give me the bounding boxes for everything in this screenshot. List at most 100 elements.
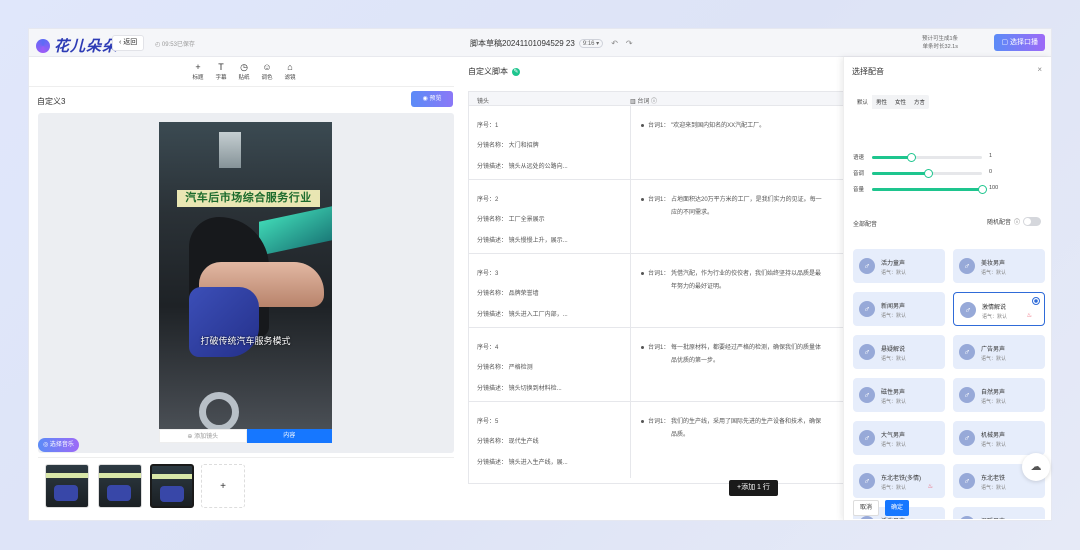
- voice-panel: 选择配音 × 默认 男性 女性 方言 语速 1 音调 0 音量 100 全部配音 随机…: [843, 57, 1051, 520]
- tab-default[interactable]: 默认: [853, 95, 873, 109]
- table-row[interactable]: 序号：5 分镜名称： 现代生产线 分镜描述： 镜头进入生产线，展... 台词1： 我…: [469, 402, 844, 478]
- random-voice-toggle[interactable]: 随机配音 ⓘ: [987, 217, 1041, 226]
- voice-card[interactable]: ♂温暖男声语气：默认: [953, 507, 1045, 519]
- thumbnail[interactable]: [98, 464, 142, 508]
- table-row[interactable]: 序号：2 分镜名称： 工厂全景展示 分镜描述： 镜头慢慢上升，展示... 台词1： …: [469, 180, 844, 254]
- table-row[interactable]: 序号：1 分镜名称： 大门和招牌 分镜描述： 镜头从远处的公路向... 台词1： "…: [469, 106, 844, 180]
- voice-sliders: 语速 1 音调 0 音量 100: [853, 153, 1048, 201]
- voice-desc: 语气：默认: [982, 314, 1008, 320]
- voice-desc: 语气：默认: [881, 313, 907, 319]
- male-icon: ♂: [959, 387, 975, 403]
- voice-card[interactable]: ♂ 活力童声 语气：默认: [853, 249, 945, 283]
- speed-slider[interactable]: 语速 1: [853, 153, 1048, 169]
- male-icon: ♂: [959, 258, 975, 274]
- video-banner-text: 汽车后市场综合服务行业: [177, 190, 320, 207]
- confirm-button[interactable]: 确定: [885, 500, 910, 516]
- voice-card[interactable]: ♂ 机械男声 语气：默认: [953, 421, 1045, 455]
- select-music-button[interactable]: ◎ 选择音乐: [38, 438, 79, 452]
- voice-name: 东北老铁(多情): [881, 476, 921, 482]
- voice-name: 大气男声: [881, 433, 906, 439]
- voice-desc: 语气：默认: [881, 270, 907, 276]
- back-button[interactable]: ‹ 返回: [112, 35, 145, 51]
- tab-male[interactable]: 男性: [872, 95, 891, 109]
- add-shot-button[interactable]: ⊕ 添加镜头: [159, 429, 247, 443]
- voice-name: 自然男声: [981, 390, 1006, 396]
- add-thumbnail-button[interactable]: +: [201, 464, 245, 508]
- voice-name: 磁性男声: [881, 390, 906, 396]
- edit-icon[interactable]: ✎: [512, 67, 520, 76]
- tool-color[interactable]: ☺ 调色: [257, 61, 277, 81]
- voice-name: 激情解说: [982, 305, 1007, 311]
- video-caption: 打破传统汽车服务模式: [200, 336, 291, 346]
- selected-radio[interactable]: [1032, 297, 1040, 305]
- select-voiceover-button[interactable]: ▢ 选择口播: [994, 34, 1045, 51]
- voice-card[interactable]: ♂ 东北老铁(多情) 语气：默认 ♨: [853, 464, 945, 498]
- voice-name: 活力童声: [881, 261, 906, 267]
- redo-icon[interactable]: ↷: [626, 39, 633, 48]
- voice-name: 新闻男声: [881, 304, 906, 310]
- tool-title[interactable]: + 标题: [188, 61, 208, 81]
- undo-icon[interactable]: ↶: [611, 39, 618, 48]
- voice-name: 东北老铁: [981, 476, 1006, 482]
- tab-female[interactable]: 女性: [891, 95, 910, 109]
- voice-tabs: 默认 男性 女性 方言: [853, 95, 930, 109]
- voice-name: 广告男声: [981, 347, 1006, 353]
- video-stage: 汽车后市场综合服务行业 打破传统汽车服务模式 ⊕ 添加镜头 内容: [38, 113, 454, 453]
- thumbnail-selected[interactable]: [150, 464, 194, 508]
- content-button[interactable]: 内容: [246, 429, 332, 443]
- voice-name: 温暖男声: [981, 516, 1005, 519]
- voice-desc: 语气：默认: [981, 356, 1007, 362]
- male-icon: ♂: [960, 302, 976, 318]
- table-row[interactable]: 序号：4 分镜名称： 严格检测 分镜描述： 镜头切换到材料检... 台词1： 每一批…: [469, 328, 844, 402]
- pitch-slider[interactable]: 音调 0: [853, 169, 1048, 185]
- toggle-switch[interactable]: [1023, 217, 1041, 226]
- tab-dialect[interactable]: 方言: [910, 95, 929, 109]
- cancel-button[interactable]: 取消: [853, 500, 880, 516]
- male-icon: ♂: [959, 473, 975, 489]
- logo-icon: [36, 38, 50, 53]
- thumbnail[interactable]: [45, 464, 89, 508]
- edit-toolbar: + 标题 T 字幕 ◷ 贴纸 ☺ 调色 ⌂ 滤镜: [29, 57, 454, 87]
- video-preview[interactable]: 汽车后市场综合服务行业 打破传统汽车服务模式: [159, 122, 332, 429]
- top-bar: 花儿朵朵 ‹ 返回 ◴ 09:53已保存 脚本草稿20241101094529 …: [29, 29, 1051, 57]
- video-actions: ⊕ 添加镜头 内容: [159, 429, 332, 443]
- plus-icon: +: [195, 62, 201, 72]
- video-light: [219, 132, 241, 168]
- volume-slider[interactable]: 音量 100: [853, 185, 1048, 201]
- document-title[interactable]: 脚本草稿20241101094529 23 9:16 ▾ ↶ ↷: [470, 38, 633, 49]
- voice-card[interactable]: ♂ 新闻男声 语气：默认: [853, 292, 945, 326]
- add-row-button[interactable]: +添加 1 行: [729, 480, 778, 496]
- close-icon[interactable]: ×: [1037, 65, 1042, 74]
- tool-subtitle[interactable]: T 字幕: [211, 61, 231, 81]
- brand-name: 花儿朵朵: [54, 38, 119, 55]
- voice-name: 机械男声: [981, 433, 1006, 439]
- male-icon: ♂: [859, 387, 875, 403]
- home-icon: ⌂: [287, 62, 293, 72]
- voice-desc: 语气：默认: [981, 399, 1007, 405]
- voice-card[interactable]: ♂ 美妆男声 语气：默认: [953, 249, 1045, 283]
- aspect-ratio-select[interactable]: 9:16 ▾: [578, 39, 604, 48]
- script-table: 镜头 ▥ 台词 ⓘ 序号：1 分镜名称： 大门和招牌 分镜描述： 镜头从远处的公路向…: [468, 91, 844, 484]
- voice-desc: 语气：默认: [881, 485, 907, 491]
- voice-desc: 语气：默认: [881, 356, 907, 362]
- voice-card[interactable]: ♂ 大气男声 语气：默认: [853, 421, 945, 455]
- tool-filter[interactable]: ⌂ 滤镜: [280, 61, 300, 81]
- ai-assistant-icon[interactable]: ☁: [1022, 453, 1050, 481]
- hot-icon: ♨: [927, 484, 933, 490]
- voice-card[interactable]: ♂ 悬疑解说 语气：默认: [853, 335, 945, 369]
- generation-info: 预计可生成1条 单条时长32.1s: [921, 36, 958, 50]
- male-icon: ♂: [859, 516, 875, 519]
- male-icon: ♂: [959, 344, 975, 360]
- preview-button[interactable]: ◉ 预览: [411, 91, 453, 107]
- table-row[interactable]: 序号：3 分镜名称： 品牌荣誉墙 分镜描述： 镜头进入工厂内部，... 台词1： 凭…: [469, 254, 844, 328]
- voice-card[interactable]: ♂ 激情解说 语气：默认 ♨: [953, 292, 1045, 326]
- voice-card[interactable]: ♂ 磁性男声 语气：默认: [853, 378, 945, 412]
- tool-sticker[interactable]: ◷ 贴纸: [234, 61, 254, 81]
- clock-icon: ◷: [240, 62, 248, 72]
- voice-card[interactable]: ♂ 自然男声语气：默认: [953, 378, 1045, 412]
- voice-name: 悬疑解说: [881, 347, 906, 353]
- voice-card[interactable]: ♂ 广告男声语气：默认: [953, 335, 1045, 369]
- panel-title: 选择配音: [852, 67, 884, 76]
- smile-icon: ☺: [262, 62, 272, 72]
- male-icon: ♂: [859, 430, 875, 446]
